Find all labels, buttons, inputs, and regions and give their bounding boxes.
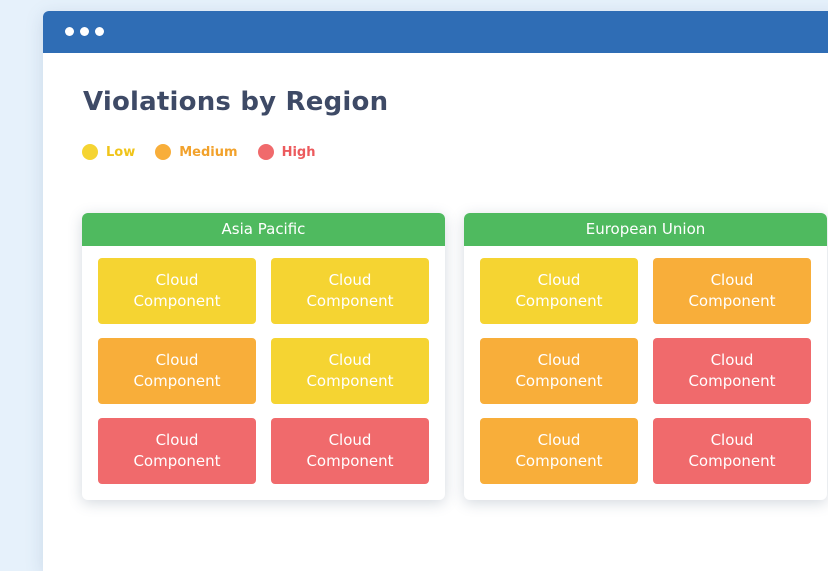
- component-tile[interactable]: Cloud Component: [271, 338, 429, 404]
- medium-dot-icon: [155, 144, 172, 160]
- region-panel-european-union: European Union Cloud Component Cloud Com…: [464, 213, 827, 500]
- component-tile[interactable]: Cloud Component: [653, 418, 811, 484]
- component-label: Cloud: [537, 351, 581, 369]
- app-window: Violations by Region Low Medium High Asi…: [43, 11, 828, 571]
- component-tile[interactable]: Cloud Component: [653, 338, 811, 404]
- component-grid: Cloud Component Cloud Component Cloud Co…: [480, 258, 811, 484]
- component-label: Cloud: [710, 431, 754, 449]
- window-dot-icon[interactable]: [95, 27, 104, 36]
- component-tile[interactable]: Cloud Component: [98, 338, 256, 404]
- component-tile[interactable]: Cloud Component: [480, 338, 638, 404]
- component-label: Component: [306, 372, 394, 390]
- window-controls: [65, 27, 104, 36]
- component-label: Component: [133, 372, 221, 390]
- low-dot-icon: [82, 144, 98, 160]
- component-label: Component: [515, 292, 603, 310]
- component-label: Component: [133, 292, 221, 310]
- component-tile[interactable]: Cloud Component: [480, 258, 638, 324]
- component-tile[interactable]: Cloud Component: [653, 258, 811, 324]
- component-label: Cloud: [537, 431, 581, 449]
- component-label: Cloud: [155, 351, 199, 369]
- high-dot-icon: [257, 144, 274, 160]
- component-label: Component: [133, 452, 221, 470]
- component-label: Cloud: [155, 271, 199, 289]
- component-label: Component: [515, 452, 603, 470]
- region-panel-header: Asia Pacific: [82, 213, 445, 246]
- legend-label: High: [281, 144, 316, 160]
- component-tile[interactable]: Cloud Component: [271, 418, 429, 484]
- component-tile[interactable]: Cloud Component: [271, 258, 429, 324]
- window-dot-icon[interactable]: [65, 27, 74, 36]
- legend-item-medium: Medium: [155, 144, 238, 160]
- component-label: Cloud: [710, 351, 754, 369]
- region-panel-header: European Union: [464, 213, 827, 246]
- legend-label: Low: [106, 144, 136, 160]
- component-grid: Cloud Component Cloud Component Cloud Co…: [98, 258, 429, 484]
- window-titlebar: [43, 11, 828, 53]
- page-title: Violations by Region: [83, 87, 389, 117]
- component-tile[interactable]: Cloud Component: [480, 418, 638, 484]
- component-label: Cloud: [537, 271, 581, 289]
- component-label: Cloud: [155, 431, 199, 449]
- component-label: Component: [688, 372, 776, 390]
- component-label: Cloud: [328, 271, 372, 289]
- component-label: Component: [688, 452, 776, 470]
- component-tile[interactable]: Cloud Component: [98, 258, 256, 324]
- component-label: Cloud: [328, 351, 372, 369]
- legend-label: Medium: [179, 144, 238, 160]
- component-label: Component: [515, 372, 603, 390]
- window-dot-icon[interactable]: [80, 27, 89, 36]
- region-panel-asia-pacific: Asia Pacific Cloud Component Cloud Compo…: [82, 213, 445, 500]
- legend-item-low: Low: [82, 144, 135, 160]
- component-label: Cloud: [328, 431, 372, 449]
- component-tile[interactable]: Cloud Component: [98, 418, 256, 484]
- severity-legend: Low Medium High: [82, 144, 335, 160]
- component-label: Cloud: [710, 271, 754, 289]
- component-label: Component: [688, 292, 776, 310]
- legend-item-high: High: [257, 144, 316, 160]
- component-label: Component: [306, 292, 394, 310]
- component-label: Component: [306, 452, 394, 470]
